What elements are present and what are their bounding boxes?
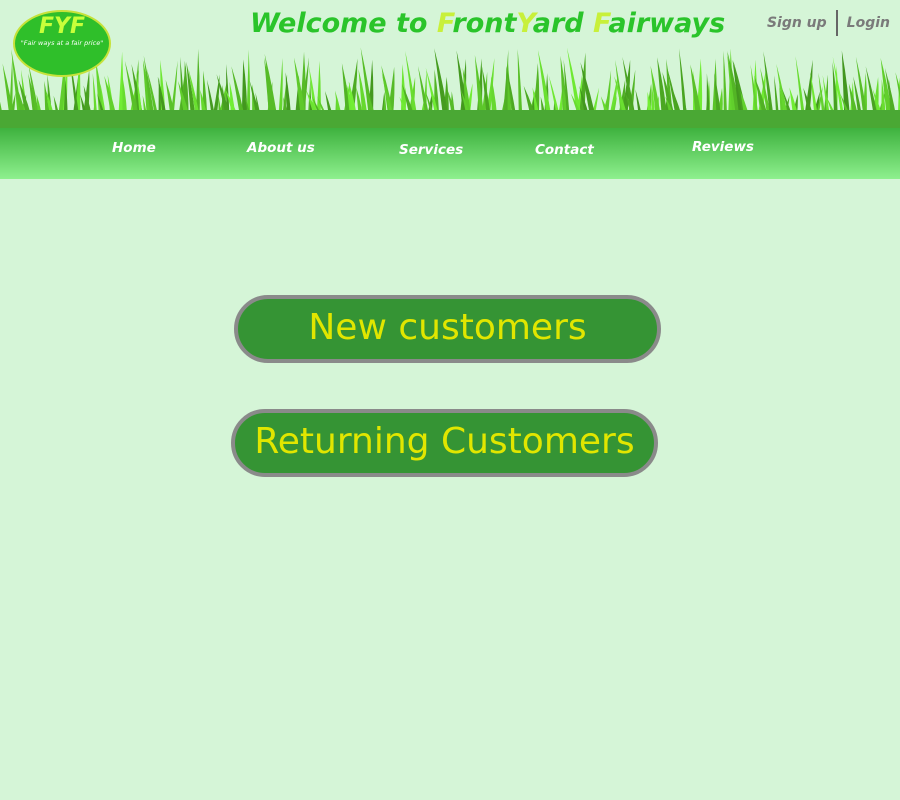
nav-contact[interactable]: Contact: [535, 142, 594, 158]
nav-bar: Home About us Services Contact Reviews: [0, 128, 900, 179]
auth-divider: [835, 10, 838, 36]
nav-services[interactable]: Services: [399, 142, 463, 158]
returning-customers-button[interactable]: Returning Customers: [231, 409, 658, 477]
title-part-ront: ront: [452, 8, 517, 39]
auth-links: Sign up Login: [767, 10, 890, 36]
nav-home[interactable]: Home: [112, 140, 156, 156]
title-prefix: Welcome to: [250, 8, 437, 39]
title-initial-f2: F: [593, 8, 609, 39]
title-initial-f: F: [436, 8, 453, 39]
page-header: FYF "Fair ways at a fair price" Welcome …: [0, 0, 900, 180]
logo-tagline: "Fair ways at a fair price": [20, 39, 104, 47]
logo[interactable]: FYF "Fair ways at a fair price": [13, 10, 111, 77]
nav-reviews[interactable]: Reviews: [692, 139, 754, 155]
page-title: Welcome to FrontYard Fairways: [250, 8, 725, 39]
signup-link[interactable]: Sign up: [767, 15, 827, 31]
title-part-ard: ard: [532, 8, 593, 39]
login-link[interactable]: Login: [847, 15, 890, 31]
new-customers-button[interactable]: New customers: [234, 295, 661, 363]
logo-mark: FYF: [39, 14, 85, 39]
title-initial-y: Y: [516, 8, 533, 39]
nav-about[interactable]: About us: [247, 140, 315, 156]
title-part-airways: airways: [608, 8, 726, 39]
